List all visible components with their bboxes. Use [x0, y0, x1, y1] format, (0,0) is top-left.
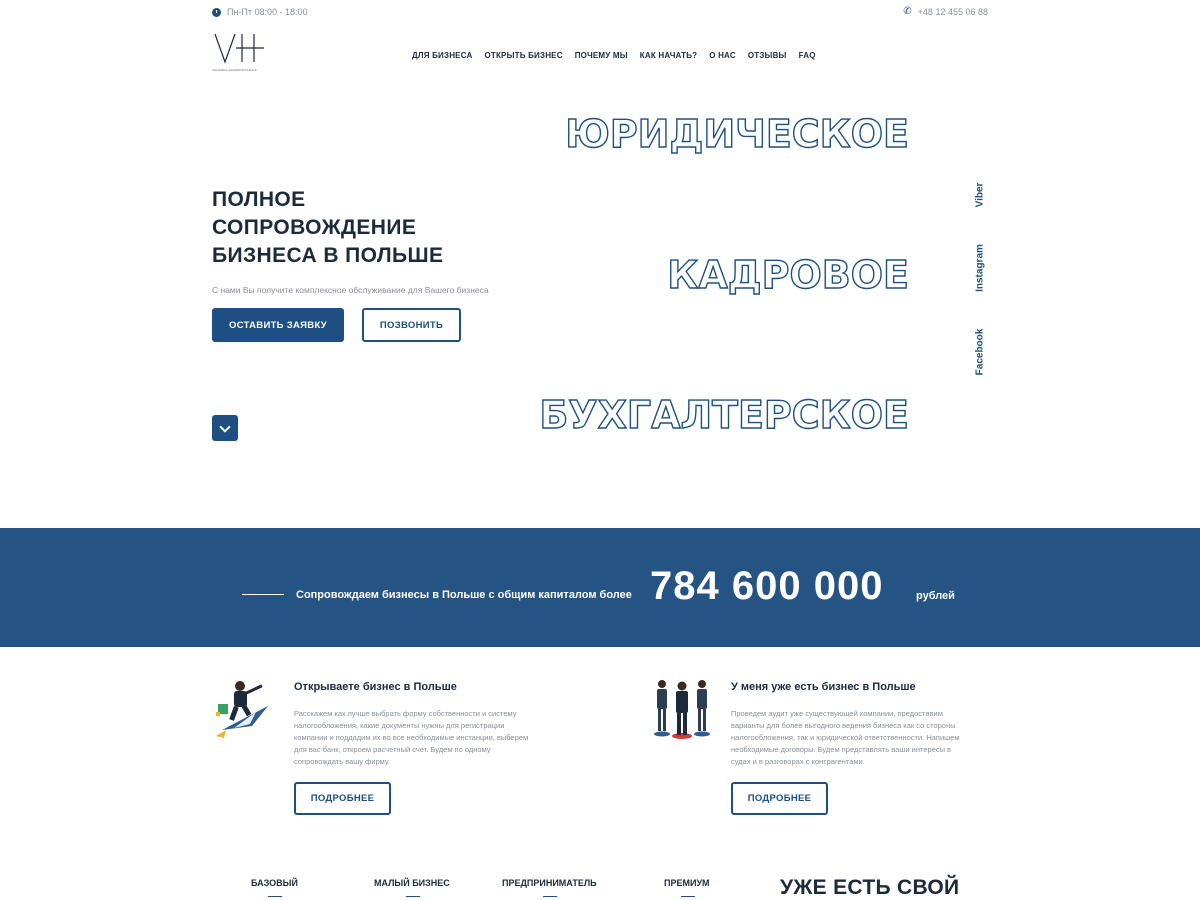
- banner-divider: [242, 594, 284, 595]
- nav-item-why-us[interactable]: ПОЧЕМУ МЫ: [575, 51, 628, 60]
- nav-item-about[interactable]: О НАС: [709, 51, 736, 60]
- tariff-tab-underline: [268, 896, 282, 897]
- service-description-existing-business: Проведем аудит уже существующей компании…: [731, 709, 960, 766]
- social-link-instagram[interactable]: Instagram: [975, 244, 986, 292]
- outline-word-hr: КАДРОВОЕ: [667, 252, 910, 297]
- main-nav: ДЛЯ БИЗНЕСА ОТКРЫТЬ БИЗНЕС ПОЧЕМУ МЫ КАК…: [412, 51, 816, 60]
- logo[interactable]: VALERIIA HUDZIKOVSKAIA: [212, 32, 270, 78]
- banner-amount: 784 600 000: [650, 564, 884, 608]
- logo-subtitle: VALERIIA HUDZIKOVSKAIA: [212, 68, 257, 72]
- service-title-open-business: Открываете бизнес в Польше: [294, 681, 457, 693]
- service-title-existing-business: У меня уже есть бизнес в Польше: [731, 681, 916, 693]
- nav-item-business[interactable]: ДЛЯ БИЗНЕСА: [412, 51, 472, 60]
- hero-title-line: БИЗНЕСА В ПОЛЬШЕ: [212, 244, 444, 267]
- social-link-viber[interactable]: Viber: [975, 183, 986, 208]
- tariff-tab-premium[interactable]: ПРЕМИУМ: [664, 878, 710, 888]
- phone-icon: ✆: [903, 6, 912, 17]
- phone-number[interactable]: +48 12 455 06 88: [918, 7, 988, 17]
- capital-banner: Сопровождаем бизнесы в Польше с общим ка…: [0, 528, 1200, 647]
- more-button-existing-business[interactable]: ПОДРОБНЕЕ: [731, 782, 828, 815]
- top-bar: Пн-Пт 08:00 - 18:00 ✆ +48 12 455 06 88: [0, 0, 1200, 26]
- hero-title-line: СОПРОВОЖДЕНИЕ: [212, 216, 417, 239]
- more-button-open-business[interactable]: ПОДРОБНЕЕ: [294, 782, 391, 815]
- tariff-tab-entrepreneur[interactable]: ПРЕДПРИНИМАТЕЛЬ: [502, 878, 597, 888]
- hero-subtitle: С нами Вы получите комплексное обслужива…: [212, 285, 489, 295]
- tariff-tab-underline: [406, 896, 420, 897]
- scroll-down-button[interactable]: [212, 415, 238, 441]
- service-description-open-business: Расскажем как лучше выбрать форму собств…: [294, 709, 529, 766]
- logo-monogram-icon: [214, 33, 264, 64]
- banner-unit: рублей: [916, 590, 955, 602]
- hero-title-line: ПОЛНОЕ: [212, 188, 306, 211]
- tariff-tab-small-business[interactable]: МАЛЫЙ БИЗНЕС: [374, 878, 450, 888]
- nav-item-open-business[interactable]: ОТКРЫТЬ БИЗНЕС: [484, 51, 562, 60]
- business-team-illustration: [648, 676, 716, 747]
- clock-icon: [212, 7, 221, 17]
- phone-contact[interactable]: ✆ +48 12 455 06 88: [903, 6, 988, 18]
- nav-item-how-to-start[interactable]: КАК НАЧАТЬ?: [640, 51, 697, 60]
- banner-text: Сопровождаем бизнесы в Польше с общим ка…: [296, 589, 632, 601]
- section-heading: УЖЕ ЕСТЬ СВОЙ: [780, 876, 960, 899]
- outline-word-accounting: БУХГАЛТЕРСКОЕ: [539, 392, 910, 437]
- social-link-facebook[interactable]: Facebook: [975, 329, 986, 376]
- call-button[interactable]: ПОЗВОНИТЬ: [362, 308, 461, 342]
- rocket-businessman-illustration: [212, 678, 278, 745]
- tariff-tab-underline: [543, 896, 557, 897]
- working-hours-text: Пн-Пт 08:00 - 18:00: [227, 7, 308, 17]
- nav-item-reviews[interactable]: ОТЗЫВЫ: [748, 51, 787, 60]
- leave-request-button[interactable]: ОСТАВИТЬ ЗАЯВКУ: [212, 308, 344, 342]
- outline-word-legal: ЮРИДИЧЕСКОЕ: [565, 111, 910, 156]
- hero-title: ПОЛНОЕ СОПРОВОЖДЕНИЕ БИЗНЕСА В ПОЛЬШЕ: [212, 186, 443, 270]
- tariff-tab-basic[interactable]: БАЗОВЫЙ: [251, 878, 298, 888]
- working-hours: Пн-Пт 08:00 - 18:00: [212, 7, 308, 17]
- nav-item-faq[interactable]: FAQ: [799, 51, 816, 60]
- tariff-tab-underline: [681, 896, 695, 897]
